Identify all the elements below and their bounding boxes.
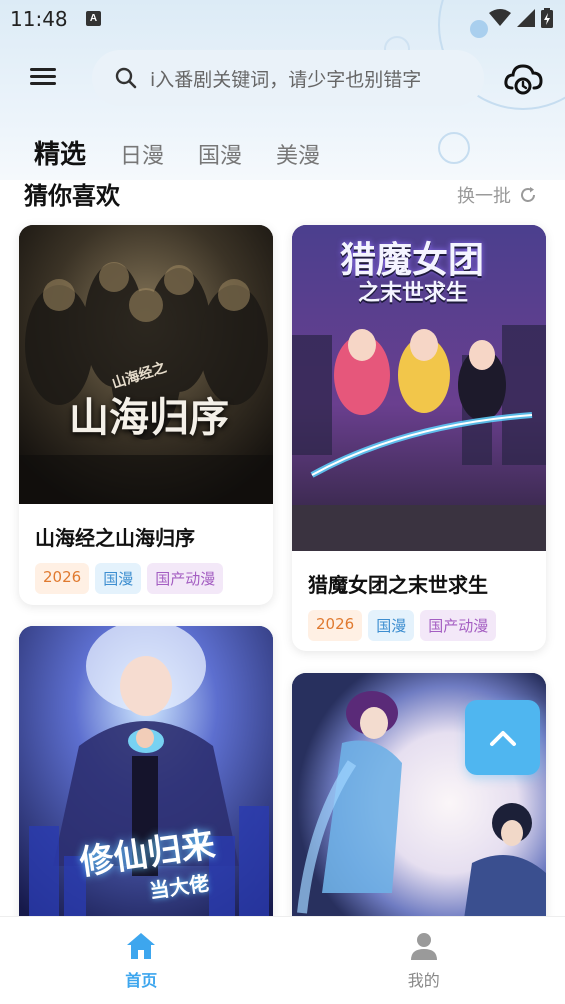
tab-american-animation[interactable]: 美漫 [276,138,320,170]
nav-profile-label: 我的 [407,971,440,990]
scroll-to-top-button[interactable] [465,700,540,775]
home-icon [127,933,156,959]
tag-genre: 国产动漫 [147,563,224,594]
anime-title: 山海经之山海归序 [35,526,195,550]
decor-circle [438,132,470,164]
tag-genre: 国产动漫 [420,610,497,641]
cloud-sync-button[interactable] [503,58,543,98]
anime-poster: 猎魔女团 之末世求生 [292,225,546,551]
header-toolbar: i入番剧关键词，请少字也别错字 [0,50,565,106]
status-bar: 11:48 A [0,0,565,38]
anime-title: 猎魔女团之末世求生 [308,573,488,597]
poster-art-subtitle: 之末世求生 [358,280,469,306]
menu-button[interactable] [30,64,64,92]
tag-year: 2026 [308,610,363,641]
tag-category: 国漫 [368,610,415,641]
anime-card[interactable]: 修仙归来 当大佬 [19,626,273,916]
category-tabs: 精选 日漫 国漫 美漫 [34,134,320,171]
tag-list: 2026 国漫 国产动漫 [35,563,273,594]
cloud-sync-icon [504,64,543,95]
poster-art-title: 山海归序 [69,394,229,441]
nav-home[interactable]: 首页 [0,917,283,1004]
section-title: 猜你喜欢 [24,182,120,210]
anime-card[interactable]: 猎魔女团 之末世求生 猎魔女团之末世求生 2026 国漫 国产动漫 [292,225,546,651]
signal-icon [517,9,535,27]
nav-home-label: 首页 [125,971,158,990]
nav-profile[interactable]: 我的 [283,917,565,1004]
status-time: 11:48 [10,7,68,31]
tab-featured[interactable]: 精选 [34,134,86,171]
search-icon [115,67,137,89]
search-placeholder: i入番剧关键词，请少字也别错字 [150,68,422,91]
anime-card[interactable]: 山海归序 山海经之 山海经之山海归序 2026 国漫 国产动漫 [19,225,273,605]
status-icons [489,8,553,28]
bottom-navigation: 首页 我的 [0,916,565,1004]
tag-category: 国漫 [95,563,142,594]
refresh-label: 换一批 [457,186,511,207]
user-icon [410,933,437,960]
chevron-up-icon [489,730,516,746]
tag-list: 2026 国漫 国产动漫 [308,610,546,641]
search-input[interactable]: i入番剧关键词，请少字也别错字 [92,50,484,106]
tab-chinese-anime[interactable]: 国漫 [198,138,242,170]
battery-icon [541,8,553,28]
tag-year: 2026 [35,563,90,594]
refresh-button[interactable]: 换一批 [457,182,537,208]
refresh-icon [521,187,535,202]
anime-poster: 山海归序 山海经之 [19,225,273,504]
menu-icon [30,68,64,85]
tab-japanese-anime[interactable]: 日漫 [120,138,164,170]
anime-poster: 修仙归来 当大佬 [19,626,273,916]
main-content: 猜你喜欢 换一批 山海归序 山海经之 山海经之山海归序 2026 国漫 国产动漫… [0,180,565,916]
notification-icon: A [86,11,101,26]
wifi-icon [489,9,511,26]
